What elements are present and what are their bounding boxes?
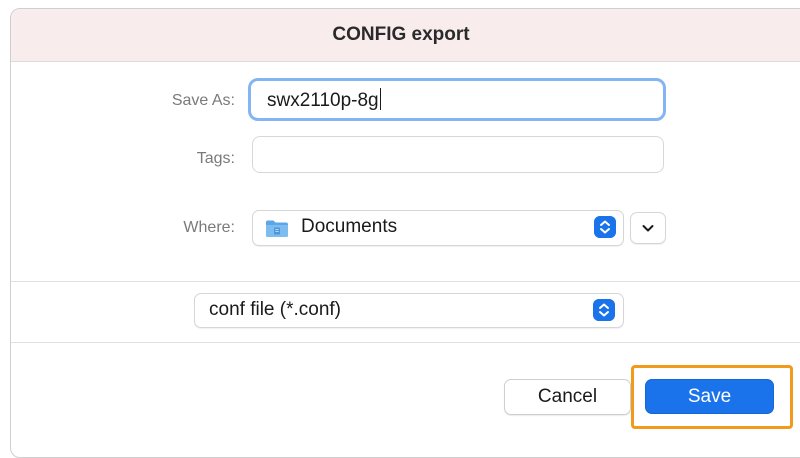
format-value: conf file (*.conf) bbox=[209, 299, 341, 320]
save-dialog: CONFIG export Save As: swx2110p-8g Tags:… bbox=[10, 8, 800, 458]
save-as-input[interactable]: swx2110p-8g bbox=[267, 88, 382, 112]
format-popup[interactable]: conf file (*.conf) bbox=[194, 293, 624, 328]
chevron-down-icon bbox=[642, 225, 654, 232]
save-as-label: Save As: bbox=[171, 92, 235, 109]
expand-button[interactable] bbox=[630, 212, 666, 244]
save-button[interactable]: Save bbox=[645, 379, 774, 414]
up-down-stepper-icon bbox=[593, 299, 615, 321]
tags-field[interactable] bbox=[252, 136, 664, 173]
divider-bottom bbox=[11, 342, 800, 343]
up-down-stepper-icon bbox=[594, 216, 616, 238]
tags-label: Tags: bbox=[196, 150, 235, 167]
where-value: Documents bbox=[301, 216, 398, 237]
where-label: Where: bbox=[183, 219, 235, 236]
where-popup[interactable]: Documents bbox=[252, 210, 624, 246]
folder-icon bbox=[266, 220, 288, 237]
divider-top bbox=[11, 281, 800, 282]
text-caret bbox=[379, 88, 382, 110]
save-as-value: swx2110p-8g bbox=[267, 90, 379, 111]
dialog-title: CONFIG export bbox=[332, 24, 470, 45]
cancel-button[interactable]: Cancel bbox=[504, 379, 631, 415]
save-as-field[interactable]: swx2110p-8g bbox=[248, 78, 666, 121]
